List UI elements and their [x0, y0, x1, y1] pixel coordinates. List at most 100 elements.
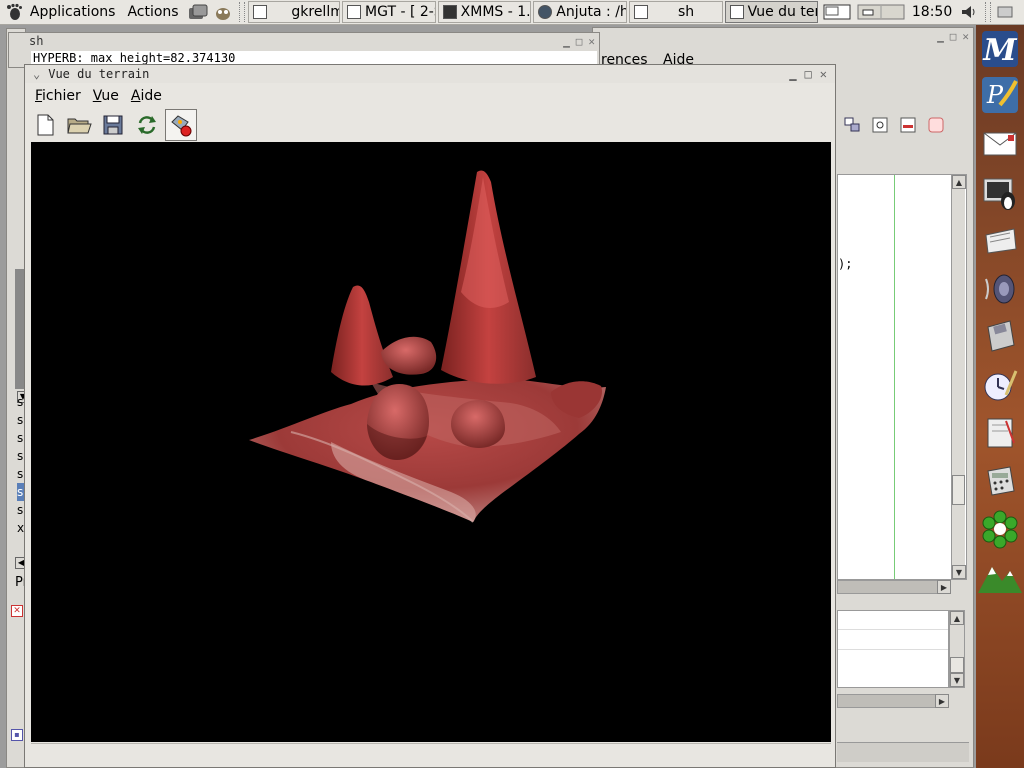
volume-icon[interactable]: [958, 2, 980, 22]
menu-fichier[interactable]: Fichier: [29, 88, 87, 104]
clock[interactable]: 18:50: [908, 4, 956, 20]
panel-handle[interactable]: [239, 2, 246, 22]
news-icon[interactable]: [978, 219, 1022, 263]
actions-menu[interactable]: Actions: [121, 0, 184, 25]
mail-icon[interactable]: [978, 121, 1022, 165]
main-toolbar: [29, 107, 197, 143]
editor-hscrollbar[interactable]: ▶: [837, 580, 951, 594]
save-disk-icon: [103, 115, 123, 135]
icq-flower-icon[interactable]: [978, 507, 1022, 551]
scroll-thumb[interactable]: [950, 657, 964, 673]
render-button[interactable]: [165, 109, 197, 141]
scroll-up-arrow[interactable]: ▲: [950, 611, 964, 625]
window-icon: [633, 5, 648, 19]
mandrake-m-icon[interactable]: M: [978, 27, 1022, 71]
close-icon[interactable]: ✕: [820, 67, 827, 81]
stop-icon[interactable]: [927, 116, 945, 134]
new-file-icon: [37, 114, 54, 136]
vue-du-terrain-window: ⌄ Vue du terrain ▁ □ ✕ Fichier Vue Aide: [24, 64, 836, 768]
scroll-down-arrow[interactable]: ▼: [950, 673, 964, 687]
editor-vscrollbar[interactable]: ▲ ▼: [951, 175, 966, 579]
sh-window: sh ▁ □ ✕ HYPERB: max_height=82.374130: [8, 32, 600, 68]
terrain-bump-front-right: [451, 400, 505, 448]
anjuta-statusbar: [837, 742, 969, 762]
info-icon: ▪: [11, 729, 23, 741]
scroll-thumb[interactable]: [952, 475, 965, 505]
svg-text:M: M: [982, 33, 1017, 68]
drives-launcher-icon[interactable]: [187, 2, 209, 22]
main-menubar: Fichier Vue Aide: [29, 85, 168, 107]
gimp-launcher-icon[interactable]: [212, 2, 234, 22]
anjuta-toolbar: [843, 116, 945, 134]
window-icon: [729, 5, 744, 19]
sound-speaker-icon[interactable]: [978, 267, 1022, 311]
sh-title: sh: [29, 34, 44, 48]
scroll-up-arrow[interactable]: ▲: [952, 175, 966, 189]
task-xmms[interactable]: XMMS - 1. l: [437, 1, 532, 23]
refresh-icon: [138, 116, 156, 134]
show-desktop-icon[interactable]: [994, 2, 1016, 22]
main-titlebar[interactable]: ⌄ Vue du terrain ▁ □ ✕: [25, 65, 835, 83]
desktop-pager[interactable]: [856, 2, 906, 22]
pan-launcher-icon[interactable]: P: [978, 73, 1022, 117]
minimize-icon[interactable]: ▁: [789, 67, 796, 81]
sh-titlebar[interactable]: sh ▁ □ ✕: [9, 33, 599, 49]
top-panel: Applications Actions gkrellm MGT - [ 2-S…: [0, 0, 1024, 25]
maximize-icon[interactable]: □: [950, 30, 957, 43]
task-vue-du-terrain[interactable]: Vue du terra: [724, 1, 819, 23]
main-statusbar: [31, 743, 831, 763]
open-button[interactable]: [63, 109, 95, 141]
maximize-icon[interactable]: □: [576, 35, 583, 48]
message-pane[interactable]: [837, 610, 949, 688]
clock-pen-icon[interactable]: [978, 363, 1022, 407]
floppy-icon[interactable]: [978, 315, 1022, 359]
notebook-icon[interactable]: [978, 411, 1022, 455]
menu-aide[interactable]: Aide: [125, 88, 168, 104]
window-icon: [253, 5, 268, 19]
panel-handle-right[interactable]: [985, 2, 992, 22]
error-icon: ✕: [11, 605, 23, 617]
message-vscrollbar[interactable]: ▲ ▼: [949, 610, 965, 688]
debug-icon[interactable]: [899, 116, 917, 134]
close-icon[interactable]: ✕: [962, 30, 969, 43]
minimize-icon[interactable]: ▁: [563, 35, 570, 48]
applications-menu[interactable]: Applications: [24, 0, 122, 25]
render-palette-icon: [171, 115, 192, 137]
scroll-down-arrow[interactable]: ▼: [952, 565, 966, 579]
close-icon[interactable]: ✕: [588, 35, 595, 48]
gnome-foot-icon[interactable]: [4, 2, 24, 22]
code-line: );: [838, 257, 853, 271]
workspace-switcher[interactable]: [822, 2, 852, 22]
calculator-icon[interactable]: [978, 459, 1022, 503]
message-hscrollbar[interactable]: ▶: [837, 694, 949, 708]
terminal-penguin-icon[interactable]: [978, 171, 1022, 215]
terrain-render: [249, 170, 606, 523]
refresh-button[interactable]: [131, 109, 163, 141]
mountain-icon[interactable]: [978, 555, 1022, 599]
build-icon[interactable]: [843, 116, 861, 134]
minimize-icon[interactable]: ▁: [937, 30, 944, 43]
save-button[interactable]: [97, 109, 129, 141]
task-anjuta[interactable]: Anjuta : /hor: [533, 1, 627, 23]
terrain-peak-left: [331, 285, 393, 386]
window-menu-icon[interactable]: ⌄: [33, 67, 40, 81]
scroll-right-arrow[interactable]: ▶: [937, 580, 951, 594]
task-gkrellm[interactable]: gkrellm: [248, 1, 341, 23]
menu-vue[interactable]: Vue: [87, 88, 125, 104]
anjuta-titlebar[interactable]: ▁ □ ✕: [593, 28, 973, 44]
window-icon: [347, 5, 362, 19]
main-window-title: Vue du terrain: [48, 67, 150, 81]
settings-icon[interactable]: [871, 116, 889, 134]
xmms-icon: [442, 5, 457, 19]
task-mgt[interactable]: MGT - [ 2-S: [342, 1, 436, 23]
code-editor[interactable]: );: [837, 174, 967, 580]
task-sh[interactable]: sh: [628, 1, 723, 23]
open-folder-icon: [67, 118, 92, 134]
launcher-column: M P: [976, 25, 1024, 768]
anjuta-icon: [538, 5, 553, 19]
left-partial-window: ▼ s s s s s s s xm ◀ Pr ✕ ▪: [6, 28, 36, 768]
new-file-button[interactable]: [29, 109, 61, 141]
terrain-3d-view[interactable]: [31, 142, 831, 742]
scroll-right-arrow[interactable]: ▶: [935, 694, 949, 708]
maximize-icon[interactable]: □: [805, 67, 812, 81]
